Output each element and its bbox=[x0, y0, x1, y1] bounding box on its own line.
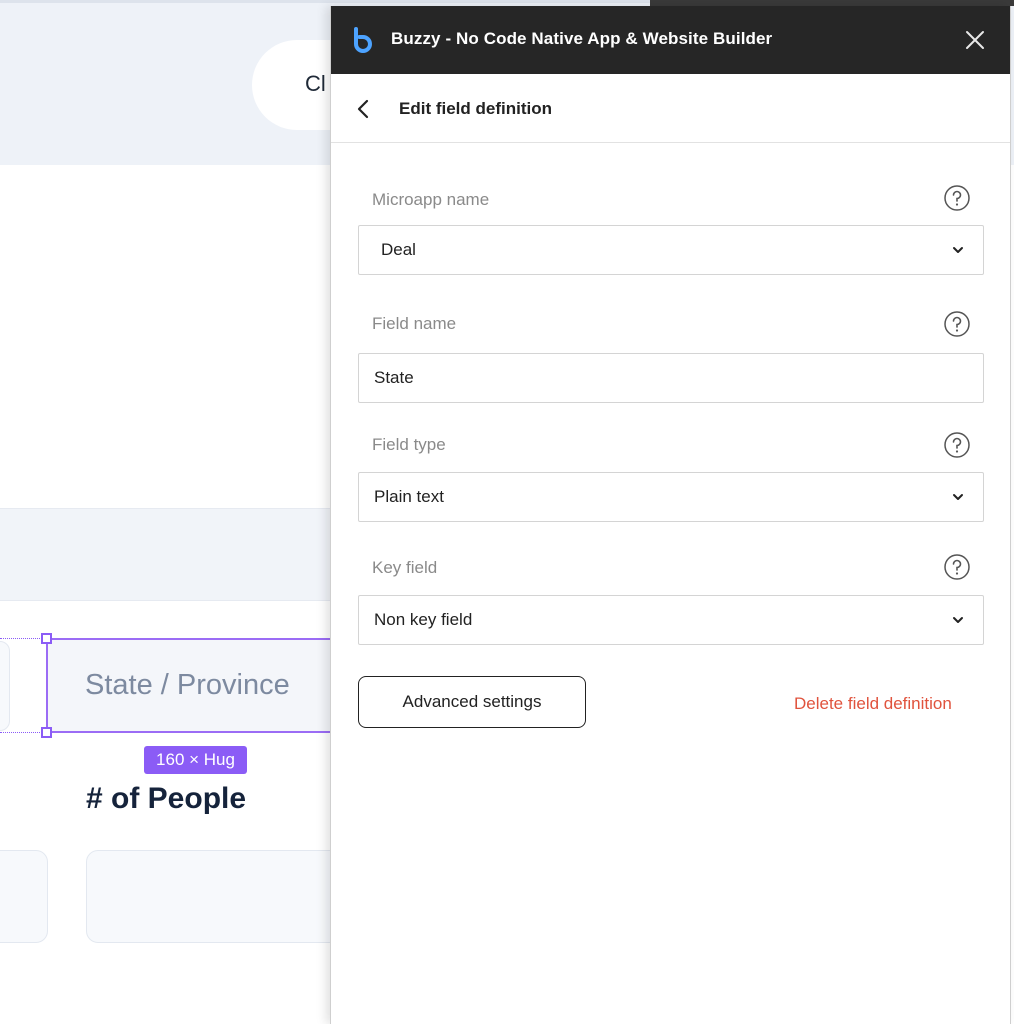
field-type-select[interactable]: Plain text bbox=[358, 472, 984, 522]
field-name-label: Field name bbox=[372, 314, 457, 333]
panel-title: Buzzy - No Code Native App & Website Bui… bbox=[391, 29, 773, 48]
delete-field-definition-link[interactable]: Delete field definition bbox=[794, 694, 952, 714]
chevron-down-icon bbox=[953, 494, 963, 500]
key-field-label: Key field bbox=[372, 558, 438, 577]
guide-line-bottom bbox=[0, 732, 46, 733]
microapp-name-select[interactable]: Deal bbox=[358, 225, 984, 275]
people-card-left[interactable] bbox=[0, 850, 48, 943]
help-icon[interactable] bbox=[943, 431, 971, 459]
panel-header: Buzzy - No Code Native App & Website Bui… bbox=[331, 6, 1010, 74]
field-type-label: Field type bbox=[372, 435, 446, 454]
page-title: Edit field definition bbox=[399, 99, 552, 118]
field-name-input-wrapper bbox=[358, 353, 984, 403]
close-icon[interactable] bbox=[963, 28, 987, 52]
state-province-field[interactable]: State / Province bbox=[46, 638, 346, 733]
subheader: Edit field definition bbox=[331, 74, 1010, 143]
resize-handle-bottom-left[interactable] bbox=[41, 727, 52, 738]
pill-button-label: Cl bbox=[305, 71, 326, 96]
resize-handle-top-left[interactable] bbox=[41, 633, 52, 644]
field-name-input[interactable] bbox=[374, 368, 983, 388]
help-icon[interactable] bbox=[943, 310, 971, 338]
state-province-placeholder: State / Province bbox=[85, 669, 290, 701]
buzzy-panel: Buzzy - No Code Native App & Website Bui… bbox=[330, 6, 1011, 1024]
microapp-name-label: Microapp name bbox=[372, 190, 490, 209]
advanced-settings-button[interactable]: Advanced settings bbox=[358, 676, 586, 728]
key-field-value: Non key field bbox=[374, 610, 473, 629]
people-section-label: # of People bbox=[86, 782, 247, 815]
buzzy-logo-icon bbox=[354, 27, 372, 53]
chevron-down-icon bbox=[953, 617, 963, 623]
left-input-stub[interactable] bbox=[0, 641, 10, 731]
chevron-left-icon[interactable] bbox=[355, 98, 371, 120]
help-icon[interactable] bbox=[943, 553, 971, 581]
size-badge: 160 × Hug bbox=[144, 746, 247, 774]
guide-line-top bbox=[0, 638, 46, 639]
people-card-middle[interactable] bbox=[86, 850, 366, 943]
microapp-name-value: Deal bbox=[381, 240, 416, 259]
top-divider bbox=[0, 0, 650, 3]
key-field-select[interactable]: Non key field bbox=[358, 595, 984, 645]
help-icon[interactable] bbox=[943, 184, 971, 212]
chevron-down-icon bbox=[953, 247, 963, 253]
field-type-value: Plain text bbox=[374, 487, 444, 506]
